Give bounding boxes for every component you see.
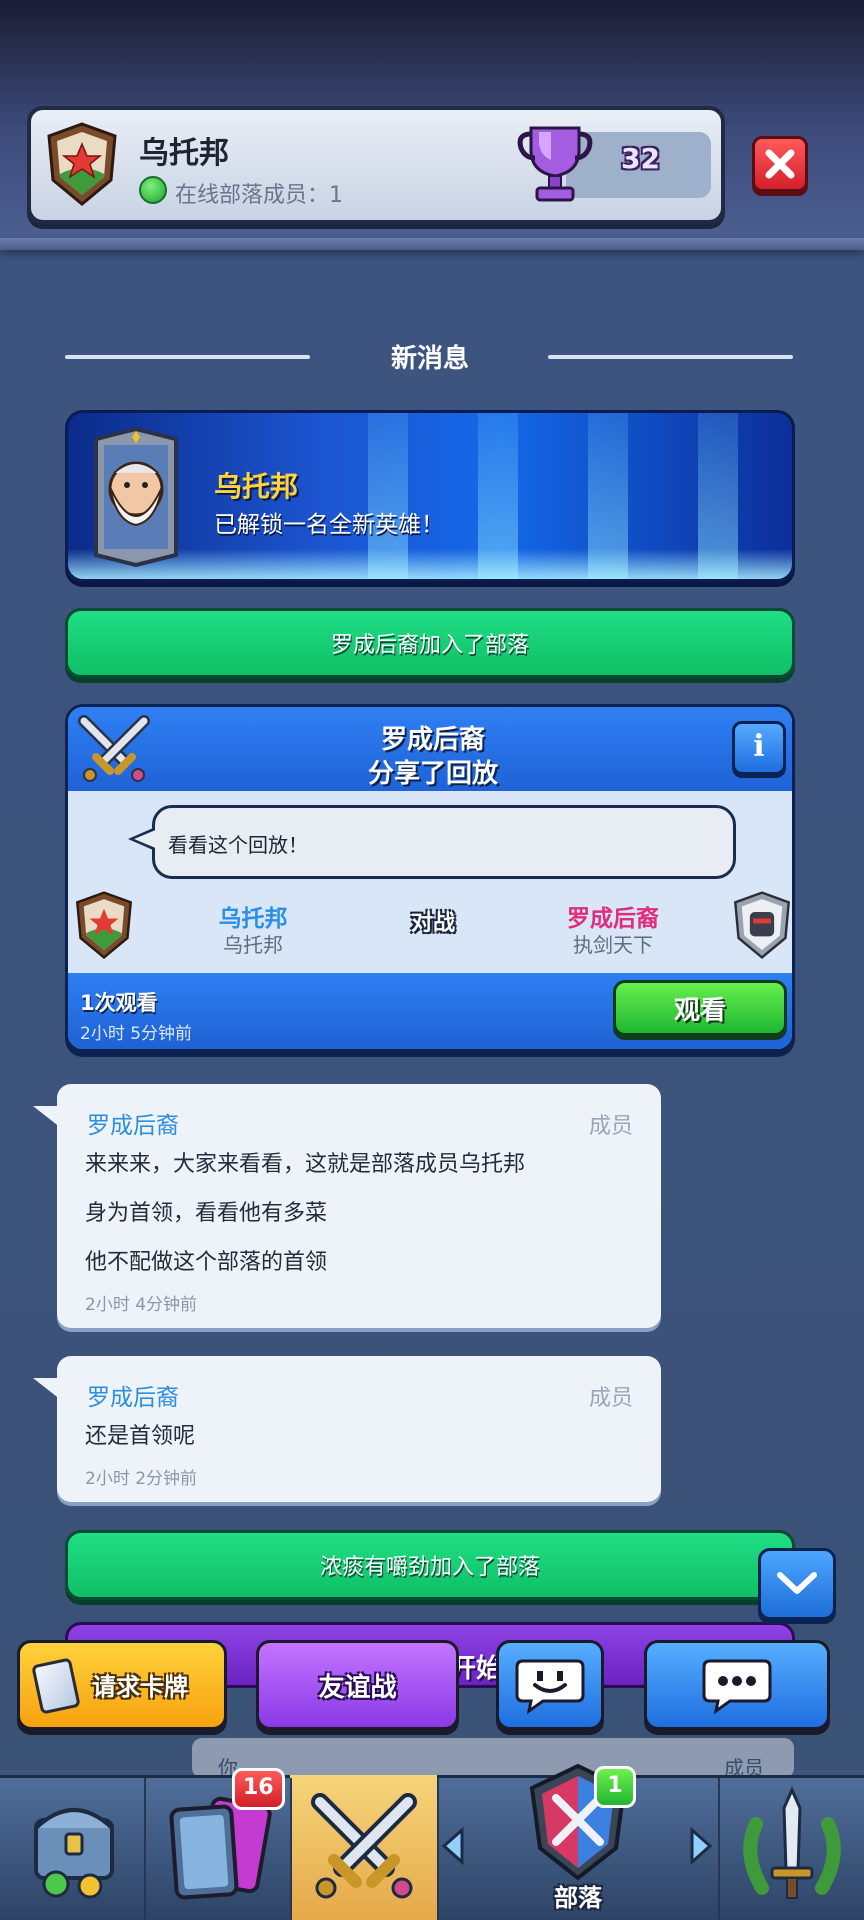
watch-replay-button[interactable]: 观看: [613, 980, 787, 1036]
message-tail: [33, 1106, 61, 1128]
message-timestamp: 2小时 2分钟前: [85, 1469, 198, 1489]
close-button[interactable]: [752, 136, 808, 192]
player2-clan: 执剑天下: [573, 933, 653, 957]
message-author[interactable]: 罗成后裔: [87, 1106, 179, 1140]
join-notification: 罗成后裔加入了部落: [65, 608, 795, 678]
message-text: 还是首领呢: [85, 1424, 196, 1449]
versus-label: 对战: [410, 911, 455, 936]
emote-button[interactable]: [496, 1640, 604, 1730]
chat-bubble-icon: [702, 1659, 772, 1715]
divider-line: [65, 355, 310, 359]
nav-divider: [144, 1778, 146, 1920]
replay-shared-text: 分享了回放: [367, 759, 498, 789]
shop-chest-icon[interactable]: [26, 1786, 122, 1906]
player1-clan-badge-icon: [75, 891, 133, 959]
trophy-icon: [517, 126, 593, 202]
player2-name[interactable]: 罗成后裔: [538, 899, 688, 933]
message-author-role: 成员: [588, 1386, 633, 1411]
message-tail: [33, 1378, 61, 1400]
online-members-count: 在线部落成员：1: [175, 183, 343, 208]
message-text: 身为首领，看看他有多菜: [85, 1201, 328, 1226]
hero-unlock-player: 乌托邦: [214, 470, 299, 503]
chat-message: 罗成后裔 成员 还是首领呢 2小时 2分钟前: [33, 1356, 661, 1502]
clan-badge-icon: [47, 122, 117, 206]
divider-line: [548, 355, 793, 359]
nav-divider: [718, 1778, 720, 1920]
clan-notification-badge: 1: [594, 1766, 636, 1808]
emote-icon: [515, 1659, 585, 1715]
message-author[interactable]: 罗成后裔: [87, 1378, 179, 1412]
tournament-laurel-sword-icon[interactable]: [736, 1784, 848, 1908]
friendly-battle-label: 友谊战: [318, 1672, 397, 1703]
replay-sharer-name: 罗成后裔: [380, 725, 485, 755]
player2-clan-badge-icon: [733, 891, 791, 959]
clan-name: 乌托邦: [139, 136, 229, 171]
card-icon: [31, 1657, 81, 1715]
hero-unlock-banner[interactable]: 乌托邦 已解锁一名全新英雄！: [65, 410, 795, 582]
nav-divider: [437, 1778, 439, 1920]
request-cards-label: 请求卡牌: [92, 1673, 188, 1701]
nav-divider: [290, 1778, 292, 1920]
replay-share-card: 罗成后裔 分享了回放 i 看看这个回放！ 乌托邦 乌托邦 对战 罗成后裔 执剑天…: [65, 704, 795, 1052]
message-text: 他不配做这个部落的首领: [85, 1250, 328, 1275]
message-author-role: 成员: [588, 1114, 633, 1139]
player1-clan: 乌托邦: [223, 933, 283, 957]
friendly-battle-button[interactable]: 友谊战: [256, 1640, 459, 1730]
nav-right-arrow-icon[interactable]: [688, 1826, 714, 1866]
clan-header-card[interactable]: 乌托邦 在线部落成员：1 32: [27, 106, 725, 224]
hero-unlock-text: 已解锁一名全新英雄！: [214, 512, 444, 538]
hero-portrait-icon: [94, 427, 178, 567]
online-status-icon: [139, 176, 167, 204]
replay-comment-text: 看看这个回放！: [168, 833, 308, 857]
scroll-to-bottom-button[interactable]: [758, 1548, 836, 1620]
replay-view-count: 1次观看: [80, 991, 158, 1015]
cards-notification-badge: 16: [232, 1768, 285, 1810]
new-messages-heading: 新消息: [390, 344, 469, 374]
trophy-count: 32: [621, 142, 660, 175]
battle-swords-icon[interactable]: [306, 1788, 422, 1904]
chevron-down-icon: [777, 1572, 817, 1594]
nav-clan-label: 部落: [554, 1884, 602, 1912]
header-divider: [0, 238, 864, 250]
player1-name[interactable]: 乌托邦: [178, 899, 328, 933]
speech-tail: [134, 829, 158, 849]
join-notification: 浓痰有嚼劲加入了部落: [65, 1530, 795, 1600]
message-text: 来来来，大家来看看，这就是部落成员乌托邦: [85, 1152, 526, 1177]
nav-left-arrow-icon[interactable]: [440, 1826, 466, 1866]
replay-timestamp: 2小时 5分钟前: [80, 1024, 193, 1044]
close-icon: [765, 149, 795, 179]
chat-button[interactable]: [644, 1640, 830, 1730]
chat-message: 罗成后裔 成员 来来来，大家来看看，这就是部落成员乌托邦 身为首领，看看他有多菜…: [33, 1084, 661, 1328]
message-timestamp: 2小时 4分钟前: [85, 1295, 198, 1315]
info-button[interactable]: i: [732, 721, 786, 775]
request-cards-button[interactable]: 请求卡牌: [17, 1640, 227, 1730]
